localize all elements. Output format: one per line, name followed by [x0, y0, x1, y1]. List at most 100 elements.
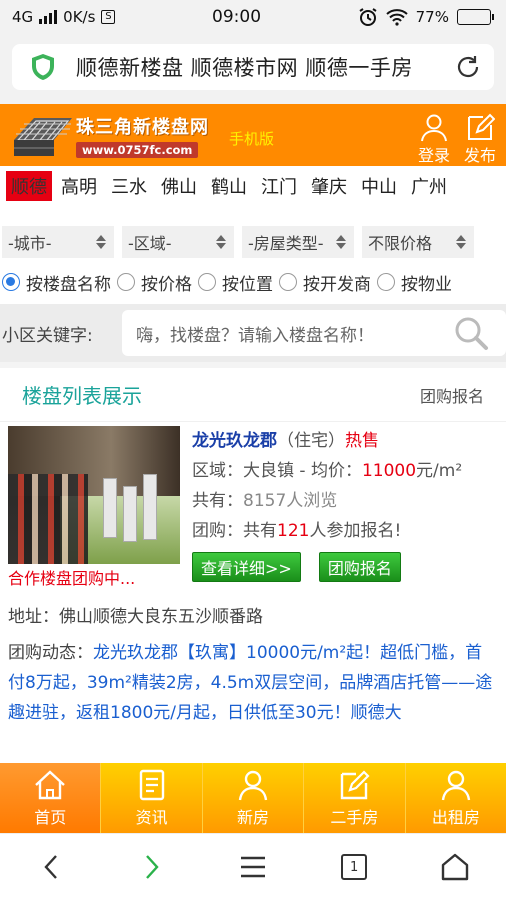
url-text[interactable]: 顺德新楼盘 顺德楼市网 顺德一手房: [76, 52, 454, 82]
views-value: 8157人浏览: [243, 491, 338, 511]
tab-home[interactable]: 首页: [0, 763, 101, 833]
search-input[interactable]: 嗨，找楼盘？请输入楼盘名称！: [122, 310, 506, 356]
home-icon: [442, 853, 469, 881]
city-zhongshan[interactable]: 中山: [356, 171, 402, 201]
roof-logo-icon: [14, 118, 72, 156]
filter-bar: -城市- -区域- -房屋类型- 不限价格: [0, 206, 506, 262]
city-zhaoqing[interactable]: 肇庆: [306, 171, 352, 201]
user-icon: [420, 114, 447, 142]
project-name[interactable]: 龙光玖龙郡: [192, 431, 277, 451]
project-type: （住宅）: [277, 431, 345, 451]
person-icon: [238, 770, 268, 801]
price-unit: 元/m²: [416, 461, 463, 481]
group-signup-link[interactable]: 团购报名: [420, 383, 484, 407]
price-select[interactable]: 不限价格: [362, 226, 474, 258]
price-value: 11000: [361, 461, 417, 481]
wifi-icon: [385, 9, 408, 26]
radio-label: 按物业: [401, 274, 452, 295]
login-label: 登录: [417, 146, 450, 165]
address-value: 佛山顺德大良东五沙顺番路: [59, 607, 263, 627]
district-select-value: -区域-: [128, 234, 172, 253]
house-type-select-value: -房屋类型-: [248, 234, 324, 253]
district-select[interactable]: -区域-: [122, 226, 234, 258]
search-row: 小区关键字: 嗨，找楼盘？请输入楼盘名称！: [0, 304, 506, 362]
tab-rentals[interactable]: 出租房: [404, 763, 506, 833]
tab-news[interactable]: 资讯: [100, 763, 202, 833]
forward-button[interactable]: [130, 845, 174, 889]
house-type-select[interactable]: -房屋类型-: [242, 226, 354, 258]
person-icon: [441, 770, 471, 801]
login-button[interactable]: 登录: [418, 112, 450, 166]
city-foshan[interactable]: 佛山: [156, 171, 202, 201]
status-bar: 4G 0K/s S 09:00 77%: [0, 0, 506, 34]
group-post: 人参加报名!: [309, 521, 402, 541]
battery-percent: 77%: [415, 8, 449, 26]
listing-photo[interactable]: [8, 426, 180, 564]
sort-arrows-icon: [456, 235, 466, 249]
coop-status: 合作楼盘团购中...: [8, 569, 136, 588]
tabs-button[interactable]: 1: [332, 845, 376, 889]
search-mode-group: 按楼盘名称 按价格 按位置 按开发商 按物业: [0, 262, 506, 302]
tab-new-homes[interactable]: 新房: [201, 763, 304, 833]
city-gaoming[interactable]: 高明: [56, 171, 102, 201]
logo-name: 珠三角新楼盘网: [76, 116, 209, 138]
radio-by-property[interactable]: 按物业: [377, 270, 452, 295]
browser-toolbar: 顺德新楼盘 顺德楼市网 顺德一手房: [0, 34, 506, 104]
radio-label: 按楼盘名称: [26, 274, 111, 295]
radio-icon: [279, 273, 297, 291]
city-guangzhou[interactable]: 广州: [406, 171, 452, 201]
hamburger-icon: [240, 856, 265, 878]
mobile-version-tag: 手机版: [229, 129, 275, 148]
sort-arrows-icon: [96, 235, 106, 249]
news-icon: [139, 769, 164, 801]
city-select[interactable]: -城市-: [2, 226, 114, 258]
city-nav: 顺德 高明 三水 佛山 鹤山 江门 肇庆 中山 广州: [0, 166, 506, 206]
tab-second-hand[interactable]: 二手房: [303, 763, 405, 833]
battery-icon: [456, 9, 494, 25]
radio-by-location[interactable]: 按位置: [198, 270, 273, 295]
s-notification-icon: S: [101, 10, 116, 24]
city-select-value: -城市-: [8, 234, 52, 253]
price-label: - 均价：: [294, 461, 362, 481]
back-button[interactable]: [29, 845, 73, 889]
address-line: 地址：佛山顺德大良东五沙顺番路: [0, 592, 506, 628]
radio-label: 按开发商: [303, 274, 371, 295]
city-jiangmen[interactable]: 江门: [256, 171, 302, 201]
sort-arrows-icon: [216, 235, 226, 249]
section-header: 楼盘列表展示 团购报名: [0, 362, 506, 422]
tab-label: 二手房: [330, 808, 379, 827]
sale-status: 热售: [345, 431, 379, 451]
network-type: 4G: [12, 8, 34, 26]
reload-icon[interactable]: [454, 53, 482, 81]
tab-label: 首页: [34, 808, 67, 827]
home-button[interactable]: [433, 845, 477, 889]
radio-by-developer[interactable]: 按开发商: [279, 270, 371, 295]
site-logo[interactable]: 珠三角新楼盘网 www.0757fc.com: [12, 110, 209, 160]
city-heshan[interactable]: 鹤山: [206, 171, 252, 201]
address-bar[interactable]: 顺德新楼盘 顺德楼市网 顺德一手房: [12, 44, 494, 90]
group-label: 团购：: [192, 521, 243, 541]
search-icon[interactable]: [452, 314, 490, 352]
menu-button[interactable]: [231, 845, 275, 889]
radio-by-price[interactable]: 按价格: [117, 270, 192, 295]
tab-count: 1: [341, 854, 368, 880]
publish-button[interactable]: 发布: [464, 112, 496, 166]
view-details-button[interactable]: 查看详细>>: [192, 552, 301, 582]
radio-label: 按价格: [141, 274, 192, 295]
chevron-right-icon: [145, 855, 159, 879]
logo-domain: www.0757fc.com: [76, 141, 199, 158]
city-shunde[interactable]: 顺德: [6, 171, 52, 201]
edit-icon: [341, 770, 370, 800]
price-select-value: 不限价格: [368, 234, 433, 253]
group-buy-button[interactable]: 团购报名: [318, 552, 401, 582]
tab-label: 资讯: [135, 808, 168, 827]
search-label: 小区关键字:: [2, 325, 93, 346]
city-sanshui[interactable]: 三水: [106, 171, 152, 201]
radio-by-name[interactable]: 按楼盘名称: [2, 270, 111, 295]
tab-label: 新房: [237, 808, 270, 827]
views-label: 共有：: [192, 491, 243, 511]
radio-icon: [198, 273, 216, 291]
home-icon: [35, 770, 66, 800]
radio-checked-icon: [2, 273, 20, 291]
group-pre: 共有: [243, 521, 277, 541]
